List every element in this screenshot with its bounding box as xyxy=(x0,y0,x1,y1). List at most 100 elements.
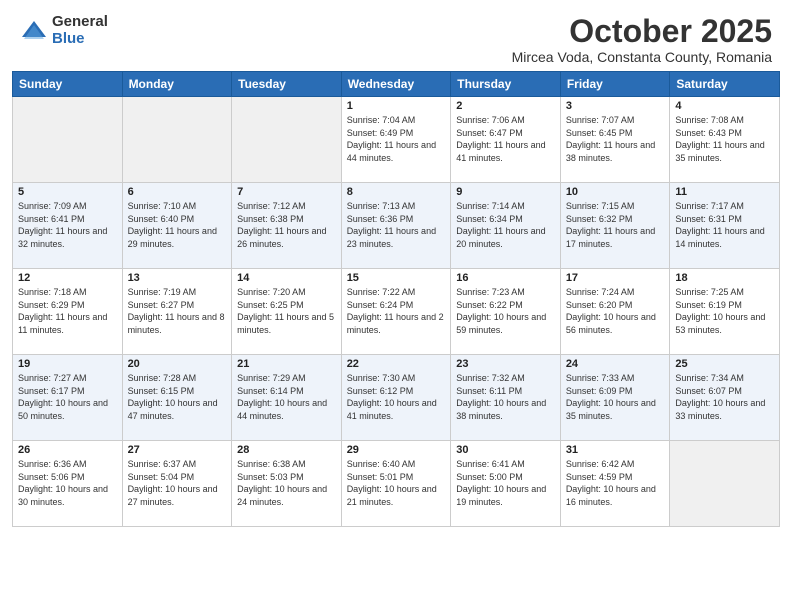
day-info: Sunrise: 6:36 AM Sunset: 5:06 PM Dayligh… xyxy=(18,458,117,508)
calendar-cell: 2 Sunrise: 7:06 AM Sunset: 6:47 PM Daylig… xyxy=(451,97,561,183)
day-header-thursday: Thursday xyxy=(451,72,561,97)
day-number: 5 xyxy=(18,186,117,198)
day-number: 18 xyxy=(675,272,774,284)
calendar-cell xyxy=(13,97,123,183)
day-number: 29 xyxy=(347,444,446,456)
day-info: Sunrise: 7:04 AM Sunset: 6:49 PM Dayligh… xyxy=(347,114,446,164)
day-number: 3 xyxy=(566,100,665,112)
week-row-2: 12Sunrise: 7:18 AM Sunset: 6:29 PM Dayli… xyxy=(13,269,780,355)
day-number: 27 xyxy=(128,444,227,456)
calendar-cell: 14Sunrise: 7:20 AM Sunset: 6:25 PM Dayli… xyxy=(232,269,342,355)
day-info: Sunrise: 7:24 AM Sunset: 6:20 PM Dayligh… xyxy=(566,286,665,336)
day-info: Sunrise: 7:06 AM Sunset: 6:47 PM Dayligh… xyxy=(456,114,555,164)
logo-text: General Blue xyxy=(52,14,108,47)
day-info: Sunrise: 7:32 AM Sunset: 6:11 PM Dayligh… xyxy=(456,372,555,422)
day-number: 26 xyxy=(18,444,117,456)
day-info: Sunrise: 6:37 AM Sunset: 5:04 PM Dayligh… xyxy=(128,458,227,508)
logo: General Blue xyxy=(20,14,108,47)
logo-blue-label: Blue xyxy=(52,31,108,48)
calendar-cell: 8Sunrise: 7:13 AM Sunset: 6:36 PM Daylig… xyxy=(341,183,451,269)
calendar-cell: 19 Sunrise: 7:27 AM Sunset: 6:17 PM Dayli… xyxy=(13,355,123,441)
day-info: Sunrise: 7:15 AM Sunset: 6:32 PM Dayligh… xyxy=(566,200,665,250)
calendar-cell: 15 Sunrise: 7:22 AM Sunset: 6:24 PM Dayli… xyxy=(341,269,451,355)
day-header-sunday: Sunday xyxy=(13,72,123,97)
day-header-friday: Friday xyxy=(560,72,670,97)
day-info: Sunrise: 7:20 AM Sunset: 6:25 PM Dayligh… xyxy=(237,286,336,336)
day-number: 8 xyxy=(347,186,446,198)
calendar-cell: 29 Sunrise: 6:40 AM Sunset: 5:01 PM Dayli… xyxy=(341,441,451,527)
calendar-cell: 27 Sunrise: 6:37 AM Sunset: 5:04 PM Dayli… xyxy=(122,441,232,527)
days-header-row: SundayMondayTuesdayWednesdayThursdayFrid… xyxy=(13,72,780,97)
calendar-cell: 12Sunrise: 7:18 AM Sunset: 6:29 PM Dayli… xyxy=(13,269,123,355)
day-info: Sunrise: 7:34 AM Sunset: 6:07 PM Dayligh… xyxy=(675,372,774,422)
calendar-cell: 28 Sunrise: 6:38 AM Sunset: 5:03 PM Dayli… xyxy=(232,441,342,527)
calendar-cell: 21 Sunrise: 7:29 AM Sunset: 6:14 PM Dayli… xyxy=(232,355,342,441)
day-number: 19 xyxy=(18,358,117,370)
week-row-1: 5 Sunrise: 7:09 AM Sunset: 6:41 PM Daylig… xyxy=(13,183,780,269)
week-row-4: 26 Sunrise: 6:36 AM Sunset: 5:06 PM Dayli… xyxy=(13,441,780,527)
week-row-0: 1 Sunrise: 7:04 AM Sunset: 6:49 PM Daylig… xyxy=(13,97,780,183)
day-info: Sunrise: 6:38 AM Sunset: 5:03 PM Dayligh… xyxy=(237,458,336,508)
day-header-tuesday: Tuesday xyxy=(232,72,342,97)
day-header-wednesday: Wednesday xyxy=(341,72,451,97)
day-info: Sunrise: 7:14 AM Sunset: 6:34 PM Dayligh… xyxy=(456,200,555,250)
day-number: 21 xyxy=(237,358,336,370)
header: General Blue October 2025 Mircea Voda, C… xyxy=(0,0,792,71)
calendar-cell: 25 Sunrise: 7:34 AM Sunset: 6:07 PM Dayli… xyxy=(670,355,780,441)
day-info: Sunrise: 7:10 AM Sunset: 6:40 PM Dayligh… xyxy=(128,200,227,250)
day-number: 17 xyxy=(566,272,665,284)
day-info: Sunrise: 6:42 AM Sunset: 4:59 PM Dayligh… xyxy=(566,458,665,508)
logo-icon xyxy=(20,17,48,45)
day-number: 28 xyxy=(237,444,336,456)
day-number: 20 xyxy=(128,358,227,370)
day-number: 13 xyxy=(128,272,227,284)
day-info: Sunrise: 7:23 AM Sunset: 6:22 PM Dayligh… xyxy=(456,286,555,336)
day-number: 7 xyxy=(237,186,336,198)
day-number: 1 xyxy=(347,100,446,112)
day-number: 22 xyxy=(347,358,446,370)
calendar-cell: 31 Sunrise: 6:42 AM Sunset: 4:59 PM Dayli… xyxy=(560,441,670,527)
day-info: Sunrise: 7:09 AM Sunset: 6:41 PM Dayligh… xyxy=(18,200,117,250)
calendar-cell: 18 Sunrise: 7:25 AM Sunset: 6:19 PM Dayli… xyxy=(670,269,780,355)
day-info: Sunrise: 7:25 AM Sunset: 6:19 PM Dayligh… xyxy=(675,286,774,336)
day-number: 6 xyxy=(128,186,227,198)
calendar: SundayMondayTuesdayWednesdayThursdayFrid… xyxy=(0,71,792,612)
day-info: Sunrise: 7:22 AM Sunset: 6:24 PM Dayligh… xyxy=(347,286,446,336)
calendar-cell: 5 Sunrise: 7:09 AM Sunset: 6:41 PM Daylig… xyxy=(13,183,123,269)
calendar-cell: 9Sunrise: 7:14 AM Sunset: 6:34 PM Daylig… xyxy=(451,183,561,269)
day-number: 15 xyxy=(347,272,446,284)
location: Mircea Voda, Constanta County, Romania xyxy=(512,49,772,65)
day-number: 31 xyxy=(566,444,665,456)
calendar-cell: 4 Sunrise: 7:08 AM Sunset: 6:43 PM Daylig… xyxy=(670,97,780,183)
day-number: 11 xyxy=(675,186,774,198)
calendar-cell xyxy=(122,97,232,183)
day-info: Sunrise: 7:17 AM Sunset: 6:31 PM Dayligh… xyxy=(675,200,774,250)
calendar-cell: 7Sunrise: 7:12 AM Sunset: 6:38 PM Daylig… xyxy=(232,183,342,269)
calendar-cell: 17 Sunrise: 7:24 AM Sunset: 6:20 PM Dayli… xyxy=(560,269,670,355)
calendar-cell: 10Sunrise: 7:15 AM Sunset: 6:32 PM Dayli… xyxy=(560,183,670,269)
day-info: Sunrise: 6:41 AM Sunset: 5:00 PM Dayligh… xyxy=(456,458,555,508)
calendar-table: SundayMondayTuesdayWednesdayThursdayFrid… xyxy=(12,71,780,527)
day-info: Sunrise: 7:30 AM Sunset: 6:12 PM Dayligh… xyxy=(347,372,446,422)
day-info: Sunrise: 7:28 AM Sunset: 6:15 PM Dayligh… xyxy=(128,372,227,422)
calendar-cell: 3 Sunrise: 7:07 AM Sunset: 6:45 PM Daylig… xyxy=(560,97,670,183)
day-info: Sunrise: 6:40 AM Sunset: 5:01 PM Dayligh… xyxy=(347,458,446,508)
calendar-cell: 6 Sunrise: 7:10 AM Sunset: 6:40 PM Daylig… xyxy=(122,183,232,269)
calendar-cell: 30Sunrise: 6:41 AM Sunset: 5:00 PM Dayli… xyxy=(451,441,561,527)
day-number: 4 xyxy=(675,100,774,112)
calendar-cell: 13Sunrise: 7:19 AM Sunset: 6:27 PM Dayli… xyxy=(122,269,232,355)
day-info: Sunrise: 7:07 AM Sunset: 6:45 PM Dayligh… xyxy=(566,114,665,164)
week-row-3: 19 Sunrise: 7:27 AM Sunset: 6:17 PM Dayli… xyxy=(13,355,780,441)
day-number: 16 xyxy=(456,272,555,284)
day-header-saturday: Saturday xyxy=(670,72,780,97)
calendar-cell: 22 Sunrise: 7:30 AM Sunset: 6:12 PM Dayli… xyxy=(341,355,451,441)
day-info: Sunrise: 7:18 AM Sunset: 6:29 PM Dayligh… xyxy=(18,286,117,336)
day-number: 2 xyxy=(456,100,555,112)
calendar-cell: 23Sunrise: 7:32 AM Sunset: 6:11 PM Dayli… xyxy=(451,355,561,441)
day-info: Sunrise: 7:27 AM Sunset: 6:17 PM Dayligh… xyxy=(18,372,117,422)
day-number: 25 xyxy=(675,358,774,370)
day-info: Sunrise: 7:29 AM Sunset: 6:14 PM Dayligh… xyxy=(237,372,336,422)
calendar-cell xyxy=(670,441,780,527)
day-info: Sunrise: 7:08 AM Sunset: 6:43 PM Dayligh… xyxy=(675,114,774,164)
header-right: October 2025 Mircea Voda, Constanta Coun… xyxy=(512,14,772,65)
